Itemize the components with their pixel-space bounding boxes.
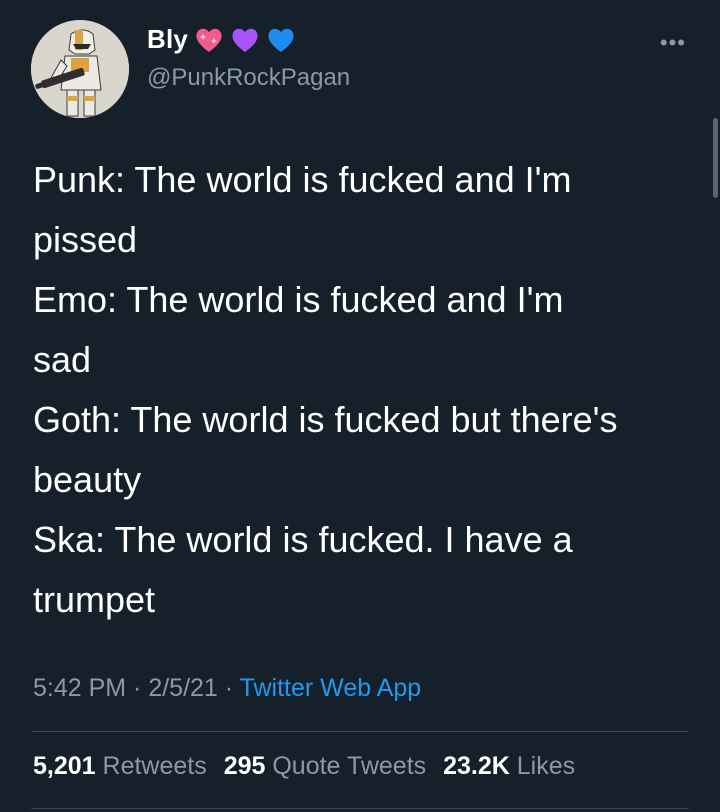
tweet-line: trumpet (33, 579, 156, 620)
retweets-label: Retweets (102, 752, 207, 780)
blue-heart-icon (268, 28, 294, 52)
tweet-date[interactable]: 2/5/21 (148, 674, 218, 702)
likes-stat[interactable]: 23.2K Likes (443, 752, 575, 780)
tweet-meta: 5:42 PM · 2/5/21 · Twitter Web App (33, 674, 421, 703)
sparkling-heart-icon (196, 28, 222, 52)
tweet-line: Ska: The world is fucked. I have a (33, 519, 573, 560)
meta-separator: · (126, 674, 149, 702)
tweet-line: beauty (33, 459, 142, 500)
display-name[interactable]: Bly (147, 24, 188, 55)
tweet-line: Emo: The world is fucked and I'm (33, 279, 564, 320)
tweet-time[interactable]: 5:42 PM (33, 674, 126, 702)
more-options-icon[interactable]: ••• (660, 30, 686, 56)
retweets-count: 5,201 (33, 752, 96, 780)
author-name-row[interactable]: Bly (147, 24, 296, 55)
divider (31, 731, 689, 732)
tweet-line: Punk: The world is fucked and I'm (33, 159, 572, 200)
tweet-line: Goth: The world is fucked but there's (33, 399, 618, 440)
source-app-link[interactable]: Twitter Web App (240, 674, 422, 702)
tweet-text: Punk: The world is fucked and I'm pissed… (33, 150, 693, 630)
clone-trooper-figure-icon (31, 20, 129, 118)
quote-tweets-stat[interactable]: 295 Quote Tweets (224, 752, 426, 780)
scrollbar-thumb[interactable] (713, 118, 718, 198)
retweets-stat[interactable]: 5,201 Retweets (33, 752, 207, 780)
tweet-line: pissed (33, 219, 138, 260)
quote-tweets-count: 295 (223, 752, 266, 780)
tweet-stats: 5,201 Retweets 295 Quote Tweets 23.2K Li… (33, 752, 585, 781)
quote-tweets-label: Quote Tweets (272, 752, 427, 780)
scrollbar[interactable] (710, 0, 720, 812)
user-handle[interactable]: @PunkRockPagan (147, 64, 350, 92)
likes-label: Likes (516, 752, 576, 780)
likes-count: 23.2K (443, 752, 510, 780)
meta-separator: · (217, 674, 240, 702)
divider (31, 808, 689, 809)
tweet-line: sad (33, 339, 92, 380)
purple-heart-icon (232, 28, 258, 52)
avatar[interactable] (31, 20, 129, 118)
